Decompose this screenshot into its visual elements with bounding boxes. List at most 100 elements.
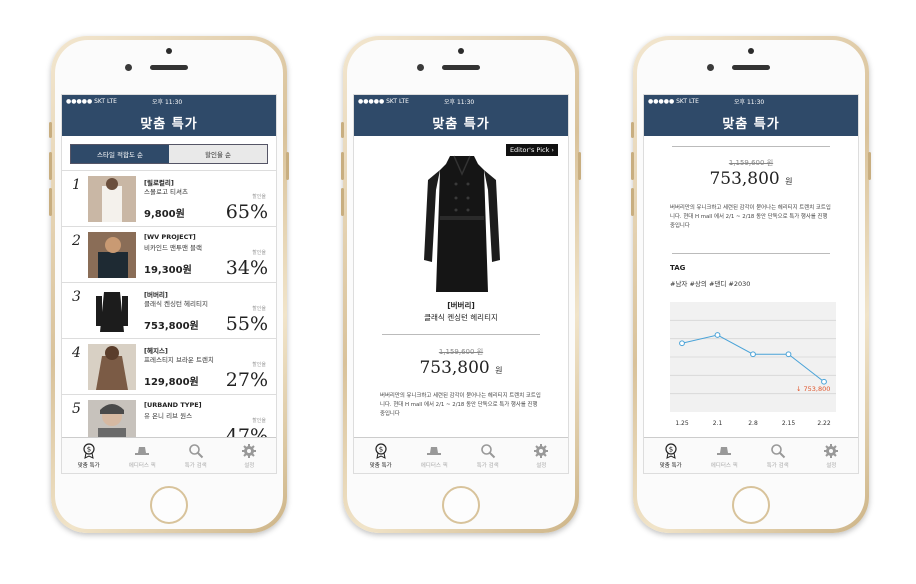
- product-name: 클래식 켄싱턴 헤리티지: [144, 300, 208, 308]
- tab-settings[interactable]: 설정: [515, 438, 569, 473]
- list-item[interactable]: 5 [URBAND TYPE] 유 온니 리브 원스 할인율 47%: [62, 394, 276, 437]
- screen-ranking: ●●●●● SKT LTE 오후 11:30 맞춤 특가 스타일 적합도 순 할…: [61, 94, 277, 474]
- front-camera: [417, 64, 424, 71]
- signal-indicator: ●●●●● SKT: [358, 98, 398, 105]
- tab-label: 에디터스 픽: [128, 462, 156, 469]
- sort-by-style-fit[interactable]: 스타일 적합도 순: [71, 145, 169, 163]
- divider: [382, 334, 540, 335]
- product-image: [88, 344, 136, 390]
- discount-label: 할인율: [252, 250, 266, 256]
- tab-label: 에디터스 픽: [710, 462, 738, 469]
- tag-list[interactable]: #남자 #상의 #댄디 #2030: [670, 278, 750, 288]
- power-button: [578, 152, 581, 180]
- product-description: 버버리만의 유니크하고 세련된 감각이 묻어나는 헤리티지 트렌치 코트입니다.…: [670, 205, 831, 229]
- gear-icon: [242, 443, 257, 458]
- tab-deal-search[interactable]: 특가 검색: [169, 438, 223, 473]
- discount-label: 할인율: [252, 362, 266, 368]
- tab-label: 맞춤 특가: [369, 462, 392, 469]
- volume-down-button: [49, 188, 52, 216]
- product-image: [88, 232, 136, 278]
- home-button[interactable]: [732, 486, 770, 524]
- product-price: 9,800원: [144, 209, 185, 220]
- tab-deal-search[interactable]: 특가 검색: [461, 438, 515, 473]
- editors-pick-badge[interactable]: Editor's Pick ›: [505, 144, 558, 156]
- clock: 오후 11:30: [444, 99, 475, 106]
- product-name: 비카인드 맨투맨 블랙: [144, 244, 202, 252]
- tab-custom-deals[interactable]: $ 맞춤 특가: [644, 438, 698, 473]
- product-detail: Editor's Pick › [버버리] 클래식 켄싱턴 헤리티지 1,159…: [354, 136, 568, 437]
- phone-frame-right: ●●●●● SKT LTE 오후 11:30 맞춤 특가 1,159,600 원…: [631, 36, 871, 533]
- screen-price-history: ●●●●● SKT LTE 오후 11:30 맞춤 특가 1,159,600 원…: [643, 94, 859, 474]
- status-bar: ●●●●● SKT LTE 오후 11:30: [62, 95, 276, 108]
- gear-icon: [534, 443, 549, 458]
- phone-frame-center: ●●●●● SKT LTE 오후 11:30 맞춤 특가 Editor's Pi…: [341, 36, 581, 533]
- home-button[interactable]: [150, 486, 188, 524]
- page-title: 맞춤 특가: [62, 108, 276, 136]
- tab-label: 특가 검색: [184, 462, 207, 469]
- sale-price-value: 753,800: [709, 169, 780, 189]
- top-sensor: [166, 48, 172, 54]
- list-item[interactable]: 3 [버버리] 클래식 켄싱턴 헤리티지 753,800원 할인율 55%: [62, 282, 276, 338]
- list-item[interactable]: 4 [헤지스] 프레스티지 브라운 트렌치 129,800원 할인율 27%: [62, 338, 276, 394]
- earpiece-speaker: [732, 65, 770, 70]
- data-point[interactable]: [785, 351, 792, 358]
- tab-label: 에디터스 픽: [420, 462, 448, 469]
- rank-number: 5: [72, 401, 81, 417]
- tag-heading: TAG: [670, 264, 686, 272]
- search-icon: [770, 443, 785, 458]
- rank-number: 1: [72, 177, 81, 193]
- tab-editors-pick[interactable]: 에디터스 픽: [116, 438, 170, 473]
- product-image-trench-coat: [424, 155, 500, 292]
- svg-text:$: $: [669, 445, 673, 453]
- gear-icon: [824, 443, 839, 458]
- signal-indicator: ●●●●● SKT: [648, 98, 688, 105]
- list-item[interactable]: 1 [릴로컬리] 스몰로고 티셔츠 9,800원 할인율 65%: [62, 170, 276, 226]
- rank-number: 4: [72, 345, 81, 361]
- sort-by-discount[interactable]: 할인율 순: [169, 145, 267, 163]
- x-tick-label: 2.8: [748, 420, 758, 427]
- signal-indicator: ●●●●● SKT: [66, 98, 106, 105]
- data-point[interactable]: [679, 340, 685, 347]
- discount-label: 할인율: [252, 418, 266, 424]
- dollar-medal-icon: $: [665, 442, 677, 459]
- product-brand: [WV PROJECT]: [144, 233, 196, 241]
- tab-editors-pick[interactable]: 에디터스 픽: [408, 438, 462, 473]
- sale-price: 753,800 원: [354, 358, 568, 378]
- data-point[interactable]: [750, 351, 756, 358]
- data-point[interactable]: [821, 378, 827, 385]
- tab-settings[interactable]: 설정: [223, 438, 277, 473]
- data-point[interactable]: [714, 332, 721, 338]
- home-button[interactable]: [442, 486, 480, 524]
- discount-rate: 55%: [225, 313, 268, 335]
- discount-rate: 47%: [225, 425, 268, 437]
- product-name: 스몰로고 티셔츠: [144, 188, 188, 196]
- front-camera: [707, 64, 714, 71]
- earpiece-speaker: [442, 65, 480, 70]
- network-label: LTE: [106, 98, 117, 105]
- x-tick-label: 2.15: [782, 420, 796, 427]
- tab-settings[interactable]: 설정: [805, 438, 859, 473]
- tab-label: 설정: [826, 462, 837, 469]
- sale-price: 753,800 원: [644, 169, 858, 189]
- tab-custom-deals[interactable]: $ 맞춤 특가: [62, 438, 116, 473]
- discount-rate: 65%: [225, 201, 268, 223]
- tab-editors-pick[interactable]: 에디터스 픽: [698, 438, 752, 473]
- volume-up-button: [631, 152, 634, 180]
- tab-deal-search[interactable]: 특가 검색: [751, 438, 805, 473]
- top-sensor: [748, 48, 754, 54]
- tab-custom-deals[interactable]: $ 맞춤 특가: [354, 438, 408, 473]
- rank-number: 2: [72, 233, 81, 249]
- currency-unit: 원: [495, 366, 503, 375]
- x-tick-label: 1.25: [675, 420, 689, 427]
- mute-switch: [341, 122, 344, 138]
- list-item[interactable]: 2 [WV PROJECT] 비카인드 맨투맨 블랙 19,300원 할인율 3…: [62, 226, 276, 282]
- price-history-chart: 1.25 2.1 2.8 2.15 2.22: [670, 302, 836, 427]
- svg-text:$: $: [379, 445, 383, 453]
- bottom-tab-bar: $ 맞춤 특가 에디터스 픽 특가 검색 설정: [354, 437, 568, 473]
- front-camera: [125, 64, 132, 71]
- divider: [672, 253, 830, 254]
- product-brand: [버버리]: [447, 301, 475, 310]
- x-tick-label: 2.22: [817, 420, 831, 427]
- product-price: 129,800원: [144, 377, 199, 388]
- discount-rate: 27%: [225, 369, 268, 391]
